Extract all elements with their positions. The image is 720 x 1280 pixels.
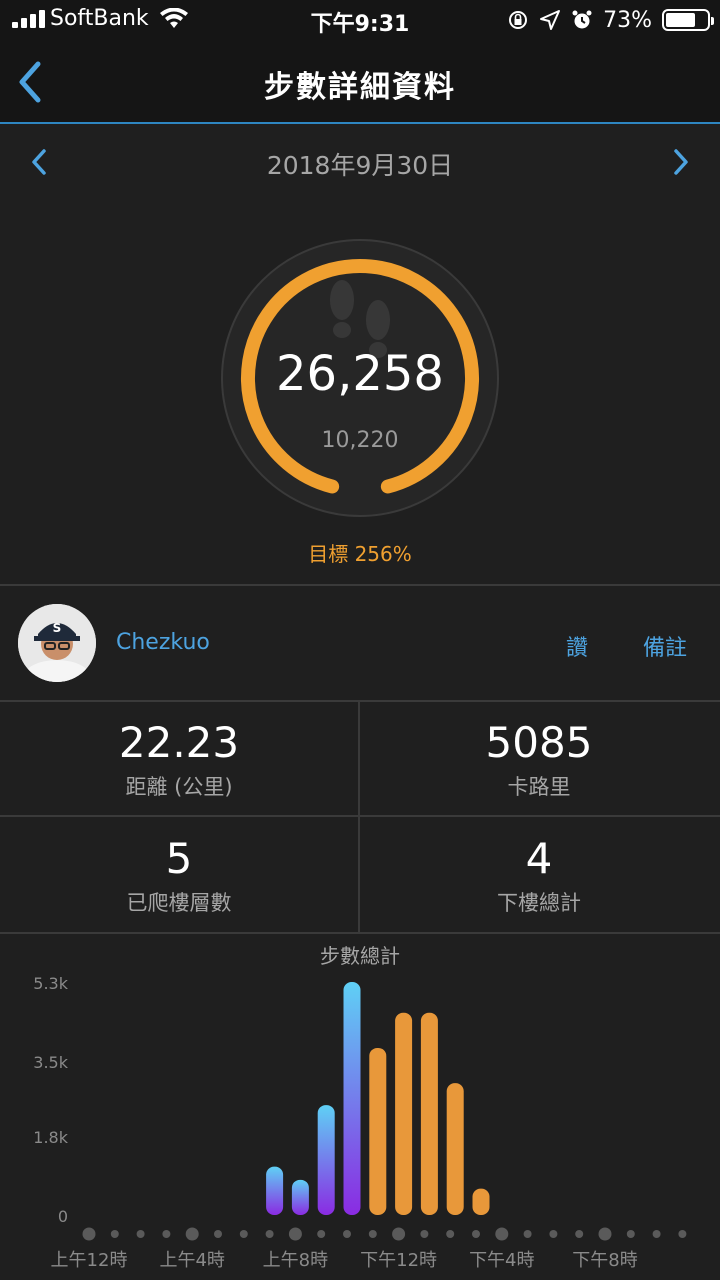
hour-tick-dot (678, 1230, 687, 1238)
bar-hour-14[interactable] (446, 1083, 464, 1215)
current-date: 2018年9月30日 (266, 151, 454, 180)
bar-hour-10[interactable] (343, 982, 361, 1215)
hour-tick-dot (368, 1230, 377, 1238)
next-day-icon[interactable] (672, 148, 690, 176)
divider (0, 815, 720, 817)
date-selector: 2018年9月30日 (0, 126, 720, 200)
x-tick-label: 下午12時 (360, 1250, 437, 1271)
battery-percent: 73% (603, 7, 652, 33)
calories-label: 卡路里 (507, 775, 571, 799)
x-tick-label: 上午4時 (159, 1250, 224, 1271)
goal-percent: 目標 256% (308, 542, 412, 566)
bar-hour-13[interactable] (420, 1012, 438, 1215)
divider (0, 584, 720, 586)
hour-tick-dot (472, 1230, 480, 1238)
hour-tick-dot (82, 1227, 96, 1241)
hour-tick-dot (136, 1230, 145, 1238)
x-tick-label: 上午8時 (263, 1250, 328, 1271)
total-steps: 26,258 (276, 346, 444, 402)
x-tick-label: 下午8時 (572, 1250, 637, 1271)
bar-hour-12[interactable] (395, 1012, 413, 1215)
hour-tick-dot (110, 1230, 119, 1238)
stat-floors-climbed: 5 已爬樓層數 (0, 834, 358, 917)
floors-climbed-value: 5 (165, 834, 193, 883)
rotation-lock-icon (509, 11, 528, 29)
status-right: 73% (507, 4, 714, 36)
note-button[interactable]: 備註 (643, 630, 687, 662)
hour-tick-dot (239, 1230, 248, 1238)
page-title: 步數詳細資料 (264, 70, 456, 105)
hour-tick-dot (652, 1230, 661, 1238)
floors-descended-label: 下樓總計 (497, 891, 581, 915)
hour-tick-dot (495, 1227, 509, 1241)
status-bar: SoftBank 下午9:31 73% (0, 0, 720, 40)
bar-hour-15[interactable] (472, 1188, 490, 1215)
hour-tick-dot (265, 1230, 274, 1238)
goal-steps: 10,220 (321, 428, 399, 453)
x-tick-label: 上午12時 (51, 1250, 128, 1271)
bar-hour-8[interactable] (291, 1179, 309, 1215)
navigation-bar: 步數詳細資料 (0, 40, 720, 124)
user-name-link[interactable]: Chezkuo (116, 630, 210, 655)
calories-value: 5085 (485, 718, 593, 767)
hour-tick-dot (575, 1230, 584, 1238)
stat-distance: 22.23 距離 (公里) (0, 718, 358, 801)
y-tick-label: 1.8k (33, 1128, 68, 1147)
svg-text:S: S (53, 621, 62, 635)
like-button[interactable]: 讚 (566, 630, 588, 662)
bar-hour-9[interactable] (317, 1105, 335, 1215)
distance-label: 距離 (公里) (125, 775, 233, 799)
hourly-steps-chart[interactable]: 5.3k 3.5k 1.8k 0 上午12時 上午4時 上午8時 下午12時 下午4時 下午8時 (0, 960, 720, 1280)
hour-tick-dot (549, 1230, 558, 1238)
alarm-icon (572, 10, 592, 29)
hour-tick-dot (626, 1230, 635, 1238)
grid-divider (358, 700, 360, 932)
avatar[interactable]: S (18, 604, 96, 682)
bar-hour-11[interactable] (369, 1047, 387, 1215)
y-tick-label: 0 (58, 1207, 68, 1226)
bar-hour-7[interactable] (266, 1166, 284, 1215)
hour-tick-dot (162, 1230, 171, 1238)
hour-tick-dot (420, 1230, 429, 1238)
y-tick-label: 3.5k (33, 1053, 68, 1072)
location-icon (540, 10, 561, 30)
hour-tick-dot (392, 1227, 406, 1241)
divider (0, 700, 720, 702)
hour-tick-dot (317, 1230, 326, 1238)
stat-calories: 5085 卡路里 (360, 718, 718, 801)
hour-tick-dot (523, 1230, 532, 1238)
distance-value: 22.23 (118, 718, 240, 767)
stat-floors-descended: 4 下樓總計 (360, 834, 718, 917)
hour-tick-dot (288, 1227, 302, 1241)
divider (0, 932, 720, 934)
avatar-image: S (18, 604, 96, 682)
hour-tick-dot (185, 1227, 199, 1241)
hour-tick-dot (343, 1230, 351, 1238)
floors-descended-value: 4 (525, 834, 553, 883)
hour-tick-dot (214, 1230, 222, 1238)
battery-icon (662, 9, 714, 31)
hour-tick-dot (598, 1227, 612, 1241)
hour-tick-dot (446, 1230, 455, 1238)
floors-climbed-label: 已爬樓層數 (126, 891, 232, 915)
y-tick-label: 5.3k (33, 974, 68, 993)
steps-progress-ring: 26,258 10,220 (220, 238, 500, 518)
x-tick-label: 下午4時 (469, 1250, 534, 1271)
